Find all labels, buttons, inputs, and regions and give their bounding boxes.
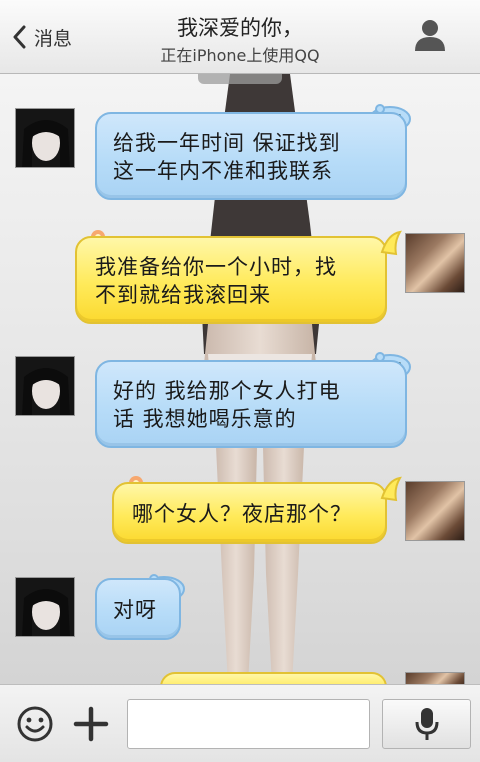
contact-photo — [16, 357, 74, 415]
message-bubble-outgoing[interactable]: 我准备给你一个小时，找 不到就给我滚回来 — [75, 236, 387, 324]
more-button[interactable] — [72, 705, 110, 743]
my-avatar[interactable] — [405, 481, 465, 541]
plus-icon — [73, 706, 109, 742]
chat-header: 消息 我深爱的你， 正在iPhone上使用QQ — [0, 0, 480, 74]
input-toolbar — [0, 684, 480, 762]
contact-photo — [16, 578, 74, 636]
bubble-tail-decoration-icon — [380, 476, 402, 502]
message-line: 给我一年时间 保证找到 — [113, 131, 341, 155]
emoji-button[interactable] — [16, 705, 54, 743]
person-icon — [415, 20, 445, 51]
chat-status: 正在iPhone上使用QQ — [160, 46, 320, 65]
message-line: 对呀 — [113, 598, 157, 622]
message-input[interactable] — [127, 699, 370, 749]
message-line: 哪个女人？夜店那个？ — [132, 502, 352, 526]
message-line: 不到就给我滚回来 — [95, 283, 271, 307]
contact-avatar[interactable] — [15, 108, 75, 168]
profile-button[interactable] — [414, 18, 446, 52]
bubble-tail-decoration-icon — [380, 230, 402, 256]
message-bubble-incoming[interactable]: 给我一年时间 保证找到 这一年内不准和我联系 — [95, 112, 407, 200]
chat-title: 我深爱的你， — [177, 16, 303, 40]
message-bubble-outgoing[interactable]: 哪个女人？夜店那个？ — [112, 482, 387, 544]
voice-button[interactable] — [382, 699, 471, 749]
contact-avatar[interactable] — [15, 577, 75, 637]
microphone-icon — [415, 708, 438, 740]
message-line: 好的 我给那个女人打电 — [113, 379, 341, 403]
message-line: 话 我想她喝乐意的 — [113, 407, 297, 431]
smiley-icon — [17, 706, 53, 742]
contact-avatar[interactable] — [15, 356, 75, 416]
message-bubble-incoming[interactable]: 对呀 — [95, 578, 181, 640]
my-avatar[interactable] — [405, 233, 465, 293]
message-line: 我准备给你一个小时，找 — [95, 255, 337, 279]
timestamp-pill — [198, 74, 282, 84]
contact-photo — [16, 109, 74, 167]
message-bubble-incoming[interactable]: 好的 我给那个女人打电 话 我想她喝乐意的 — [95, 360, 407, 448]
message-line: 这一年内不准和我联系 — [113, 159, 333, 183]
